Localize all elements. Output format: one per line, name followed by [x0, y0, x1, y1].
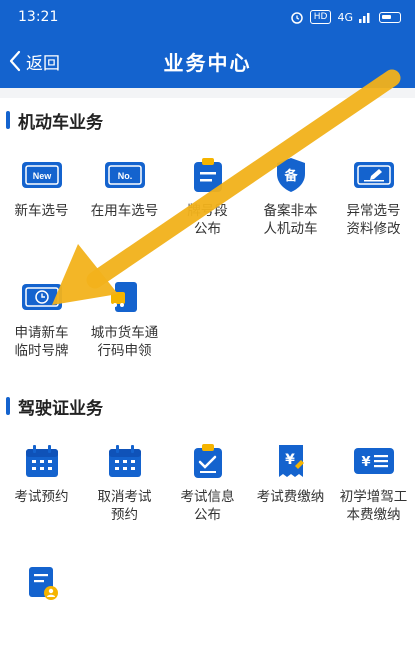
svg-text:备: 备: [283, 168, 298, 184]
no-plate-icon: No.: [103, 156, 147, 194]
service-user-doc[interactable]: [0, 550, 83, 672]
service-label: 新车选号: [14, 203, 69, 219]
svg-text:¥: ¥: [361, 455, 370, 470]
service-label: 申请新车 临时号牌: [14, 325, 69, 359]
user-doc-icon: [20, 564, 64, 602]
service-label: 考试费缴纳: [256, 489, 325, 505]
service-new-car-number[interactable]: New 新车选号: [0, 142, 83, 264]
chevron-left-icon: [9, 50, 21, 72]
temp-plate-icon: [20, 278, 64, 316]
service-exam-booking[interactable]: 考试预约: [0, 428, 83, 550]
service-temp-plate[interactable]: 申请新车 临时号牌: [0, 264, 83, 384]
exam-info-icon: [186, 442, 230, 480]
nav-bar: 返回 业务中心: [0, 34, 415, 88]
section-accent-bar: [6, 111, 10, 129]
service-cancel-exam[interactable]: 取消考试 预约: [83, 428, 166, 550]
edit-card-icon: [352, 156, 396, 194]
service-beginner-fee[interactable]: ¥ 初学增驾工 本费缴纳: [332, 428, 415, 550]
svg-text:No.: No.: [117, 171, 132, 181]
exam-fee-icon: ¥: [269, 442, 313, 480]
service-record-vehicle[interactable]: 备 备案非本 人机动车: [249, 142, 332, 264]
license-services: 考试预约 取消考试 预约 考试信息 公布 ¥ 考试费缴纳 ¥ 初学增驾工 本费缴…: [0, 428, 415, 672]
status-bar: 13:21 HD 4G: [0, 0, 415, 34]
service-label: 考试信息 公布: [180, 489, 235, 523]
service-abnormal-edit[interactable]: 异常选号 资料修改: [332, 142, 415, 264]
service-truck-pass[interactable]: 城市货车通 行码申领: [83, 264, 166, 384]
new-plate-icon: New: [20, 156, 64, 194]
service-label: 考试预约: [14, 489, 69, 505]
signal-label: 4G: [337, 10, 353, 24]
alarm-icon: [291, 12, 303, 24]
signal-icon: [359, 13, 370, 23]
section-accent-bar: [6, 397, 10, 415]
calendar-icon: [20, 442, 64, 480]
service-exam-info[interactable]: 考试信息 公布: [166, 428, 249, 550]
service-content: 机动车业务 New 新车选号 No. 在用车选号 牌号段 公布 备 备案非本 人…: [0, 98, 415, 672]
service-label: 异常选号 资料修改: [346, 203, 401, 237]
record-shield-icon: 备: [269, 156, 313, 194]
service-label: 备案非本 人机动车: [263, 203, 318, 237]
service-label: 牌号段 公布: [187, 203, 228, 237]
truck-pass-icon: [103, 278, 147, 316]
svg-text:New: New: [32, 171, 52, 181]
calendar-cancel-icon: [103, 442, 147, 480]
service-plate-range[interactable]: 牌号段 公布: [166, 142, 249, 264]
back-button[interactable]: 返回: [8, 34, 60, 88]
service-in-use-car-number[interactable]: No. 在用车选号: [83, 142, 166, 264]
service-label: 初学增驾工 本费缴纳: [339, 489, 408, 523]
status-icons: HD 4G: [290, 10, 401, 24]
service-label: 城市货车通 行码申领: [90, 325, 159, 359]
plate-range-icon: [186, 156, 230, 194]
vehicle-services: New 新车选号 No. 在用车选号 牌号段 公布 备 备案非本 人机动车 异常…: [0, 142, 415, 384]
service-label: 取消考试 预约: [97, 489, 152, 523]
section-title-license: 驾驶证业务: [0, 384, 415, 428]
page-title: 业务中心: [163, 50, 252, 75]
service-label: 在用车选号: [90, 203, 159, 219]
hd-badge: HD: [309, 10, 332, 24]
back-label: 返回: [26, 53, 60, 74]
status-time: 13:21: [18, 9, 59, 25]
service-exam-fee[interactable]: ¥ 考试费缴纳: [249, 428, 332, 550]
section-title-vehicle: 机动车业务: [0, 98, 415, 142]
battery-icon: [379, 11, 401, 23]
fee-list-icon: ¥: [352, 442, 396, 480]
svg-text:¥: ¥: [285, 452, 295, 468]
